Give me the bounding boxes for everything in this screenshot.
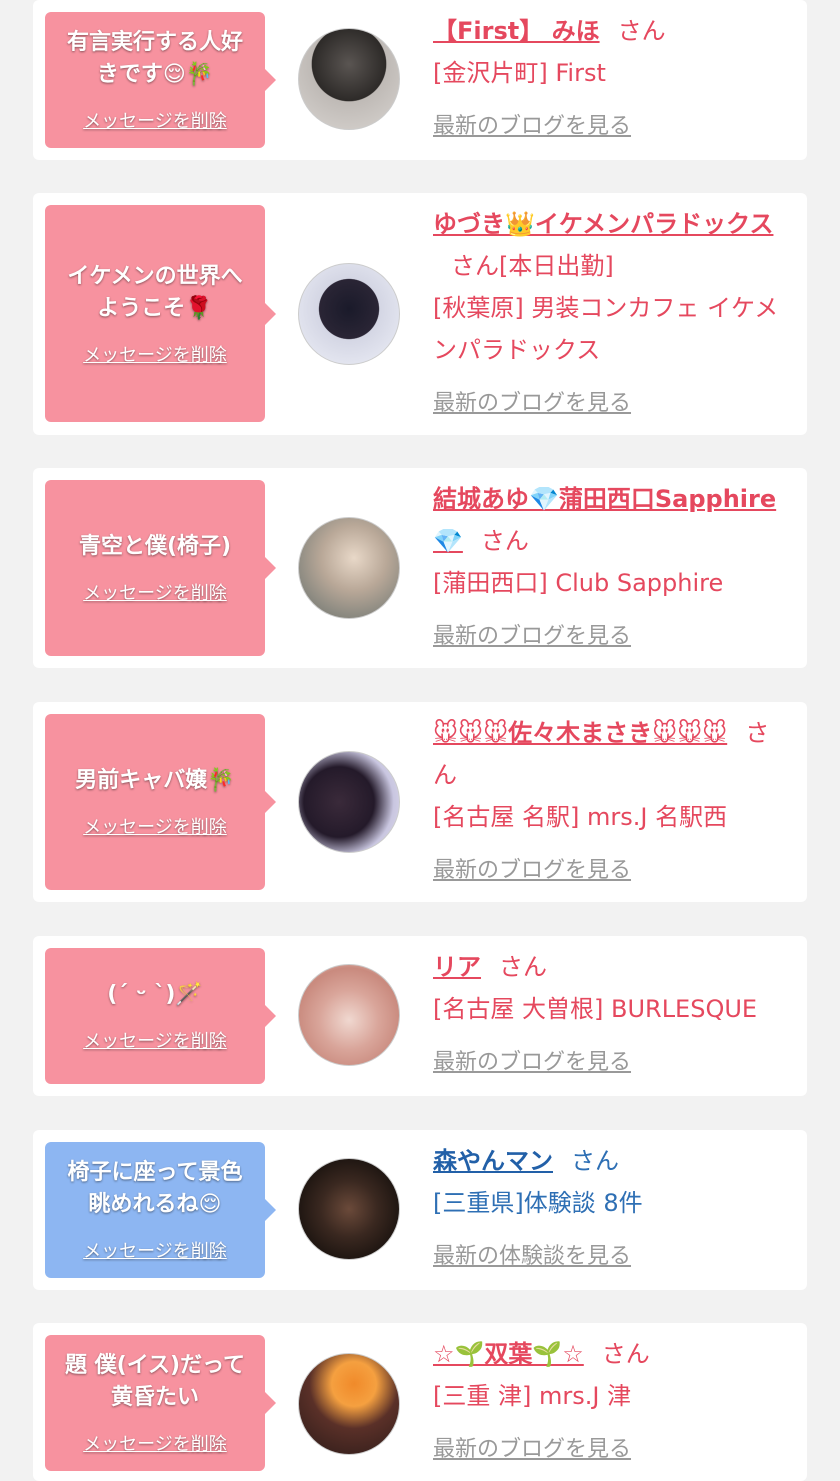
- message-text: イケメンの世界へようこそ🌹: [67, 263, 243, 321]
- honorific: さん: [601, 1340, 650, 1368]
- latest-blog-link[interactable]: 最新のブログを見る: [433, 385, 631, 417]
- delete-message-link[interactable]: メッセージを削除: [83, 1430, 227, 1456]
- message-bubble: 男前キャバ嬢🎋 メッセージを削除: [45, 714, 276, 890]
- honorific: さん: [499, 953, 547, 981]
- message-text: 椅子に座って景色眺めれるね😌: [67, 1160, 243, 1217]
- shop-info: [名古屋 名駅] mrs.J 名駅西: [433, 803, 728, 831]
- favorite-card: 有言実行する人好きです😌🎋 メッセージを削除 【First】 みほ さん [金沢片…: [33, 0, 807, 160]
- shop-info: [金沢片町] First: [433, 59, 606, 87]
- shop-info: [秋葉原] 男装コンカフェ イケメンパラドックス: [433, 294, 779, 364]
- avatar[interactable]: [298, 263, 400, 365]
- message-bubble: 題 僕(イス)だって黄昏たい メッセージを削除: [45, 1335, 276, 1471]
- favorite-card: 青空と僕(椅子) メッセージを削除 結城あゆ💎蒲田西口Sapphire💎 さん […: [33, 468, 807, 668]
- honorific: さん: [480, 527, 529, 555]
- latest-blog-link[interactable]: 最新のブログを見る: [433, 618, 631, 650]
- message-bubble: 有言実行する人好きです😌🎋 メッセージを削除: [45, 12, 276, 148]
- shop-info: [三重県]体験談 8件: [433, 1189, 643, 1217]
- message-bubble: 椅子に座って景色眺めれるね😌 メッセージを削除: [45, 1142, 276, 1278]
- delete-message-link[interactable]: メッセージを削除: [83, 813, 227, 839]
- favorite-card: 椅子に座って景色眺めれるね😌 メッセージを削除 森やんマン さん [三重県]体験談…: [33, 1130, 807, 1290]
- profile-name-link[interactable]: 🐭🐭🐭佐々木まさき🐭🐭🐭: [433, 719, 727, 747]
- profile-info: 【First】 みほ さん [金沢片町] First 最新のブログを見る: [433, 10, 793, 140]
- message-bubble: (ˊ ᵕ ˋ)🪄 メッセージを削除: [45, 948, 276, 1084]
- latest-review-link[interactable]: 最新の体験談を見る: [433, 1238, 631, 1270]
- profile-info: 結城あゆ💎蒲田西口Sapphire💎 さん [蒲田西口] Club Sapphir…: [433, 478, 793, 650]
- avatar[interactable]: [298, 1158, 400, 1260]
- profile-info: ☆🌱双葉🌱☆ さん [三重 津] mrs.J 津 最新のブログを見る: [433, 1333, 793, 1463]
- message-text: 青空と僕(椅子): [78, 534, 232, 559]
- profile-name-link[interactable]: 森やんマン: [433, 1147, 553, 1175]
- favorite-card: イケメンの世界へようこそ🌹 メッセージを削除 ゆづき👑イケメンパラドックスさん[…: [33, 193, 807, 435]
- honorific: さん: [617, 17, 666, 45]
- message-bubble: イケメンの世界へようこそ🌹 メッセージを削除: [45, 205, 276, 422]
- avatar[interactable]: [298, 517, 400, 619]
- delete-message-link[interactable]: メッセージを削除: [83, 107, 227, 133]
- delete-message-link[interactable]: メッセージを削除: [83, 579, 227, 605]
- avatar[interactable]: [298, 1353, 400, 1455]
- message-bubble: 青空と僕(椅子) メッセージを削除: [45, 480, 276, 656]
- message-text: (ˊ ᵕ ˋ)🪄: [107, 982, 203, 1007]
- latest-blog-link[interactable]: 最新のブログを見る: [433, 1044, 631, 1076]
- latest-blog-link[interactable]: 最新のブログを見る: [433, 1431, 631, 1463]
- favorite-card: (ˊ ᵕ ˋ)🪄 メッセージを削除 リア さん [名古屋 大曽根] BURLESQ…: [33, 936, 807, 1096]
- message-text: 有言実行する人好きです😌🎋: [66, 30, 243, 87]
- favorite-card: 題 僕(イス)だって黄昏たい メッセージを削除 ☆🌱双葉🌱☆ さん [三重 津] …: [33, 1323, 807, 1481]
- message-text: 題 僕(イス)だって黄昏たい: [64, 1353, 245, 1410]
- profile-info: 森やんマン さん [三重県]体験談 8件 最新の体験談を見る: [433, 1140, 793, 1270]
- profile-name-link[interactable]: ☆🌱双葉🌱☆: [433, 1340, 584, 1368]
- shop-info: [三重 津] mrs.J 津: [433, 1382, 632, 1410]
- profile-name-link[interactable]: リア: [433, 953, 481, 981]
- delete-message-link[interactable]: メッセージを削除: [83, 341, 227, 367]
- profile-name-link[interactable]: ゆづき👑イケメンパラドックス: [433, 210, 773, 238]
- profile-info: リア さん [名古屋 大曽根] BURLESQUE 最新のブログを見る: [433, 946, 793, 1076]
- avatar[interactable]: [298, 28, 400, 130]
- profile-name-link[interactable]: 【First】 みほ: [433, 17, 600, 45]
- shop-info: [名古屋 大曽根] BURLESQUE: [433, 995, 758, 1023]
- profile-info: 🐭🐭🐭佐々木まさき🐭🐭🐭 さん [名古屋 名駅] mrs.J 名駅西 最新のブログ…: [433, 712, 793, 884]
- delete-message-link[interactable]: メッセージを削除: [83, 1237, 227, 1263]
- honorific: さん: [571, 1147, 619, 1175]
- latest-blog-link[interactable]: 最新のブログを見る: [433, 108, 631, 140]
- avatar[interactable]: [298, 964, 400, 1066]
- message-text: 男前キャバ嬢🎋: [75, 768, 235, 793]
- latest-blog-link[interactable]: 最新のブログを見る: [433, 852, 631, 884]
- avatar[interactable]: [298, 751, 400, 853]
- delete-message-link[interactable]: メッセージを削除: [83, 1027, 227, 1053]
- honorific: さん[本日出勤]: [451, 252, 614, 280]
- favorite-card: 男前キャバ嬢🎋 メッセージを削除 🐭🐭🐭佐々木まさき🐭🐭🐭 さん [名古屋 名駅]…: [33, 702, 807, 902]
- profile-info: ゆづき👑イケメンパラドックスさん[本日出勤] [秋葉原] 男装コンカフェ イケメ…: [433, 203, 793, 417]
- shop-info: [蒲田西口] Club Sapphire: [433, 569, 724, 597]
